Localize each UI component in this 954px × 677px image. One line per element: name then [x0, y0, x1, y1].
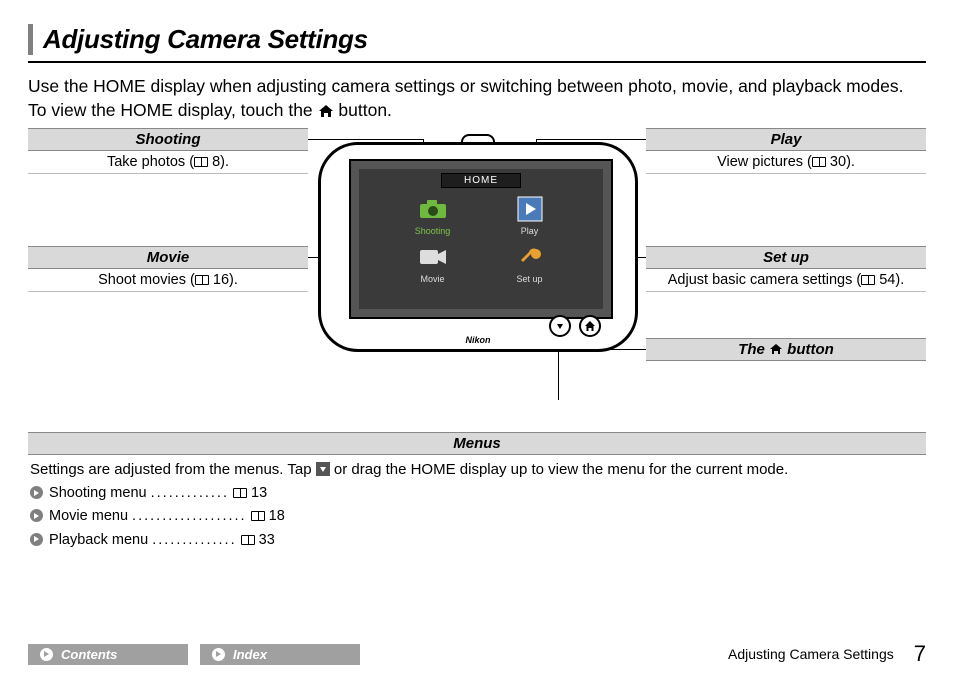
- arrow-bullet-icon: [40, 648, 53, 661]
- label-setup-head: Set up: [646, 246, 926, 269]
- label-setup-body: Adjust basic camera settings ( 54).: [646, 269, 926, 292]
- book-icon: [812, 157, 826, 167]
- home-grid: Shooting Play Movie Set up: [359, 190, 603, 284]
- book-icon: [861, 275, 875, 285]
- menus-head: Menus: [28, 432, 926, 455]
- wrench-icon: [513, 242, 547, 272]
- page-title: Adjusting Camera Settings: [43, 24, 926, 55]
- home-setup-label: Set up: [496, 274, 563, 284]
- home-play-label: Play: [496, 226, 563, 236]
- play-icon: [513, 194, 547, 224]
- camera-screen: HOME Shooting Play Movie: [359, 169, 603, 309]
- home-movie-label: Movie: [399, 274, 466, 284]
- book-icon: [194, 157, 208, 167]
- home-shooting-label: Shooting: [399, 226, 466, 236]
- home-icon: [318, 104, 334, 118]
- connector-line: [536, 139, 646, 140]
- label-setup: Set up Adjust basic camera settings ( 54…: [646, 246, 926, 292]
- intro-paragraph: Use the HOME display when adjusting came…: [28, 75, 926, 122]
- menu-item-shooting: Shooting menu ............. 13: [30, 482, 924, 505]
- footer-contents-button[interactable]: Contents: [28, 644, 188, 665]
- footer-section-name: Adjusting Camera Settings: [728, 646, 894, 662]
- label-play-head: Play: [646, 128, 926, 151]
- connector-line: [308, 139, 423, 140]
- label-movie-head: Movie: [28, 246, 308, 269]
- label-movie: Movie Shoot movies ( 16).: [28, 246, 308, 292]
- label-home-button: The button: [646, 338, 926, 361]
- camera-illustration: HOME Shooting Play Movie: [318, 142, 638, 362]
- home-shooting-cell: Shooting: [399, 194, 466, 236]
- label-play-body: View pictures ( 30).: [646, 151, 926, 174]
- page-footer: Contents Index Adjusting Camera Settings…: [28, 641, 926, 667]
- title-rule: [28, 61, 926, 63]
- intro-text-before: Use the HOME display when adjusting came…: [28, 76, 903, 120]
- movie-icon: [416, 242, 450, 272]
- home-movie-cell: Movie: [399, 242, 466, 284]
- home-setup-cell: Set up: [496, 242, 563, 284]
- page-number: 7: [914, 641, 926, 667]
- home-play-cell: Play: [496, 194, 563, 236]
- arrow-bullet-icon: [30, 533, 43, 546]
- label-shooting: Shooting Take photos ( 8).: [28, 128, 308, 174]
- camera-body: HOME Shooting Play Movie: [318, 142, 638, 352]
- camera-screen-frame: HOME Shooting Play Movie: [349, 159, 613, 319]
- down-arrow-icon: [316, 462, 330, 476]
- menus-body: Settings are adjusted from the menus. Ta…: [28, 455, 926, 558]
- diagram-area: Shooting Take photos ( 8). Play View pic…: [28, 128, 926, 428]
- footer-right: Adjusting Camera Settings 7: [728, 641, 926, 667]
- menu-item-movie: Movie menu ................... 18: [30, 505, 924, 528]
- footer-index-button[interactable]: Index: [200, 644, 360, 665]
- menu-item-playback: Playback menu .............. 33: [30, 529, 924, 552]
- arrow-bullet-icon: [212, 648, 225, 661]
- label-shooting-head: Shooting: [28, 128, 308, 151]
- menus-section: Menus Settings are adjusted from the men…: [28, 432, 926, 558]
- book-icon: [233, 488, 247, 498]
- label-homebtn-head: The button: [646, 338, 926, 361]
- home-bar: HOME: [441, 173, 521, 188]
- arrow-bullet-icon: [30, 486, 43, 499]
- intro-text-after: button.: [338, 100, 392, 120]
- menu-list: Shooting menu ............. 13 Movie men…: [30, 482, 924, 552]
- arrow-bullet-icon: [30, 509, 43, 522]
- label-shooting-body: Take photos ( 8).: [28, 151, 308, 174]
- book-icon: [195, 275, 209, 285]
- book-icon: [251, 511, 265, 521]
- home-button: [579, 315, 601, 337]
- book-icon: [241, 535, 255, 545]
- label-play: Play View pictures ( 30).: [646, 128, 926, 174]
- page-title-wrap: Adjusting Camera Settings: [28, 24, 926, 55]
- camera-icon: [416, 194, 450, 224]
- menu-down-button: [549, 315, 571, 337]
- label-movie-body: Shoot movies ( 16).: [28, 269, 308, 292]
